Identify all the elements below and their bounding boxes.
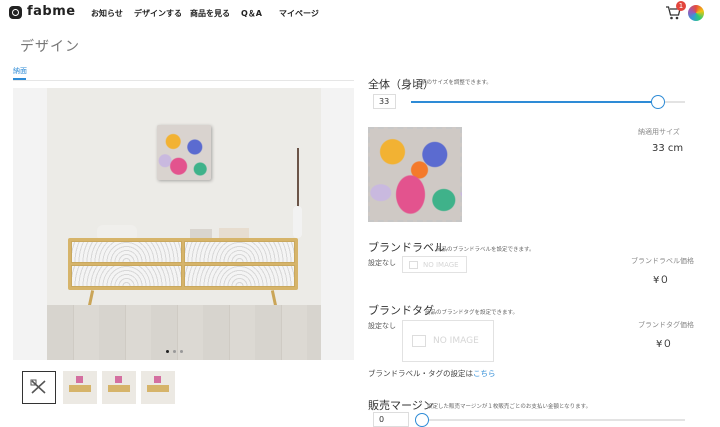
dresser-image (68, 238, 298, 290)
pattern-swatch-image (368, 127, 462, 222)
size-slider[interactable] (411, 95, 685, 109)
brand-label-status: 設定なし (368, 259, 396, 267)
tab-divider (13, 80, 354, 81)
brand-tag-hint: 商品のブランドタグを設定できます。 (425, 310, 518, 316)
header: fabme お知らせ デザインする 商品を見る Q＆A マイページ 1 (0, 0, 720, 26)
no-image-text: NO IMAGE (423, 261, 459, 269)
size-slider-fill (411, 101, 658, 103)
brand-label-image[interactable]: NO IMAGE (402, 256, 467, 273)
apply-size-label: 納適用サイズ (638, 128, 680, 136)
nav-news[interactable]: お知らせ (91, 8, 123, 19)
floor (47, 305, 321, 360)
brand-tag-image[interactable]: NO IMAGE (402, 320, 494, 362)
thumbnail-room-1[interactable] (63, 371, 97, 404)
apply-size-value: 33 cm (652, 143, 684, 154)
tab-front[interactable]: 納面 (13, 66, 27, 76)
carousel-dot[interactable] (166, 350, 169, 353)
cart-count-badge: 1 (676, 1, 686, 11)
room-scene-image (47, 88, 321, 360)
no-image-text: NO IMAGE (433, 336, 479, 346)
brand-label-price-label: ブランドラベル価格 (631, 257, 694, 265)
thumbnail-room-2[interactable] (102, 371, 136, 404)
brand-label-price: ¥０ (653, 275, 670, 286)
image-placeholder-icon (412, 335, 426, 347)
box-decor (219, 228, 249, 238)
branch-decor (297, 148, 299, 208)
brand-settings-note: ブランドラベル・タグの設定はこちら (368, 368, 496, 379)
brand-label-hint: 商品のブランドラベルを設定できます。 (436, 247, 535, 253)
avatar[interactable] (688, 5, 704, 21)
pattern-tool-icon (30, 379, 46, 394)
logo[interactable]: fabme (27, 4, 76, 19)
size-slider-knob[interactable] (650, 95, 665, 109)
nav-design[interactable]: デザインする (134, 8, 182, 19)
size-hint: 柄のサイズを調整できます。 (421, 80, 492, 86)
carousel-dot[interactable] (180, 350, 183, 353)
brand-tag-price: ¥０ (656, 339, 673, 350)
vase-decor (293, 206, 302, 238)
product-preview[interactable] (13, 88, 354, 360)
nav-mypage[interactable]: マイページ (279, 8, 319, 19)
thumbnail-room-3[interactable] (141, 371, 175, 404)
brand-tag-price-label: ブランドタグ価格 (638, 321, 694, 329)
image-placeholder-icon (409, 261, 418, 269)
carousel-dot[interactable] (173, 350, 176, 353)
bowls-decor (97, 225, 137, 238)
thumbnail-pattern[interactable] (22, 371, 56, 404)
page-title: デザイン (20, 39, 80, 55)
brand-settings-link[interactable]: こちら (473, 369, 496, 378)
margin-title: 販売マージン (368, 399, 434, 412)
nav-qa[interactable]: Q＆A (241, 8, 262, 19)
wall-art-image (157, 125, 211, 180)
logo-icon[interactable] (9, 6, 22, 19)
margin-input[interactable]: 0 (373, 412, 409, 427)
margin-slider[interactable] (415, 413, 685, 427)
margin-slider-knob[interactable] (415, 413, 429, 427)
nav-products[interactable]: 商品を見る (190, 8, 230, 19)
brand-tag-status: 設定なし (368, 322, 396, 330)
brand-settings-text: ブランドラベル・タグの設定は (368, 369, 473, 378)
brand-label-title: ブランドラベル (368, 241, 445, 254)
books-decor (190, 229, 212, 238)
margin-hint: 設定した販売マージンが１枚販売ごとのお支払い金額となります。 (427, 404, 592, 410)
size-input[interactable]: 33 (373, 94, 396, 109)
